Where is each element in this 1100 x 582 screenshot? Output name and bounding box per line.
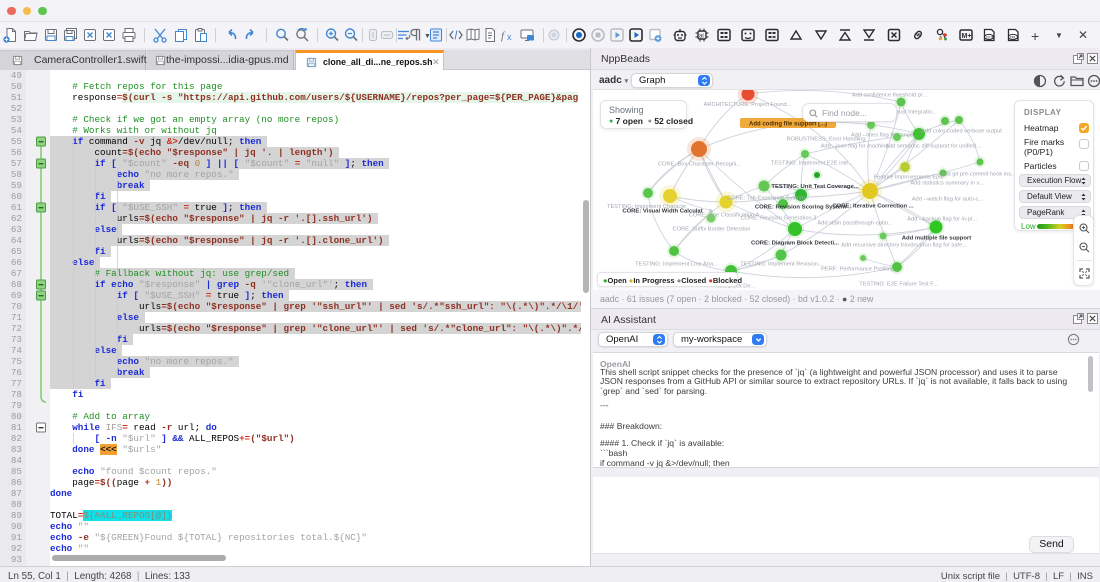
svg-text:Add stdin passthrough optio...: Add stdin passthrough optio...	[817, 221, 893, 227]
svg-text:Add multiple file support: Add multiple file support	[902, 236, 971, 242]
svg-text:Add color-coded verbose output: Add color-coded verbose output	[921, 129, 1002, 135]
svg-text:CORE: Revision Generation 3: CORE: Revision Generation 3	[741, 216, 817, 222]
svg-text:CORE: Suffix Border Detection: CORE: Suffix Border Detection	[673, 227, 751, 233]
svg-text:CORE: Iterative Correction ...: CORE: Iterative Correction ...	[832, 204, 914, 210]
svg-text:Add --watch flag for auto-c...: Add --watch flag for auto-c...	[912, 197, 984, 203]
svg-text:ARCHITECTURE: Project Found...: ARCHITECTURE: Project Found...	[704, 102, 792, 108]
svg-text:x: x	[507, 32, 512, 42]
svg-text:CORE: Box Character Recogni...: CORE: Box Character Recogni...	[658, 162, 742, 168]
svg-text:TESTING: Unit Test Coverage...: TESTING: Unit Test Coverage...	[771, 184, 859, 190]
svg-text:Add --json flag for machine...: Add --json flag for machine...	[821, 144, 894, 150]
svg-text:TESTING: Implement Line Ana...: TESTING: Implement Line Ana...	[635, 262, 718, 268]
svg-text:ai: ai	[699, 34, 704, 40]
svg-text:Add --backup flag for in-pl...: Add --backup flag for in-pl...	[907, 217, 977, 223]
svg-text:Add --lines flag for range: Add --lines flag for range	[851, 133, 913, 139]
svg-text:Feature Improvements Epic: Feature Improvements Epic	[874, 175, 944, 181]
svg-text:add git pre-commit hook ins...: add git pre-commit hook ins...	[941, 172, 1016, 178]
svg-text:CORE: Visual Width Calculat: CORE: Visual Width Calculat	[622, 209, 702, 215]
svg-text:JSON: JSON	[986, 35, 995, 39]
svg-text:Add recursive directory travdr: Add recursive directory travdrsalrun fla…	[841, 243, 967, 249]
svg-text:Add confidence threshold pr...: Add confidence threshold pr...	[852, 93, 928, 99]
svg-text:TESTING: Implement Revision...: TESTING: Implement Revision...	[740, 262, 823, 268]
svg-text:Add semantic diff support for: Add semantic diff support for unified...	[885, 144, 981, 150]
svg-text:...rust Integratio...: ...rust Integratio...	[892, 110, 937, 116]
svg-text:CORE: Diagram Block Detecti...: CORE: Diagram Block Detecti...	[751, 241, 839, 247]
svg-text:PERF: Performance Profiling...: PERF: Performance Profiling...	[821, 267, 899, 273]
svg-text:TESTING: Implement E2E inte...: TESTING: Implement E2E inte...	[771, 161, 854, 167]
svg-text:Add statistics summary in v...: Add statistics summary in v...	[910, 181, 984, 187]
svg-text:f: f	[501, 30, 506, 42]
svg-text:XML: XML	[1010, 35, 1017, 39]
svg-text:CORE: Tab-Expansion System: CORE: Tab-Expansion System	[727, 196, 805, 202]
svg-text:TESTING: E2E Failure Test F...: TESTING: E2E Failure Test F...	[859, 282, 938, 288]
svg-text:M+: M+	[962, 33, 972, 40]
svg-text:Add coding file support (...): Add coding file support (...)	[749, 122, 827, 128]
